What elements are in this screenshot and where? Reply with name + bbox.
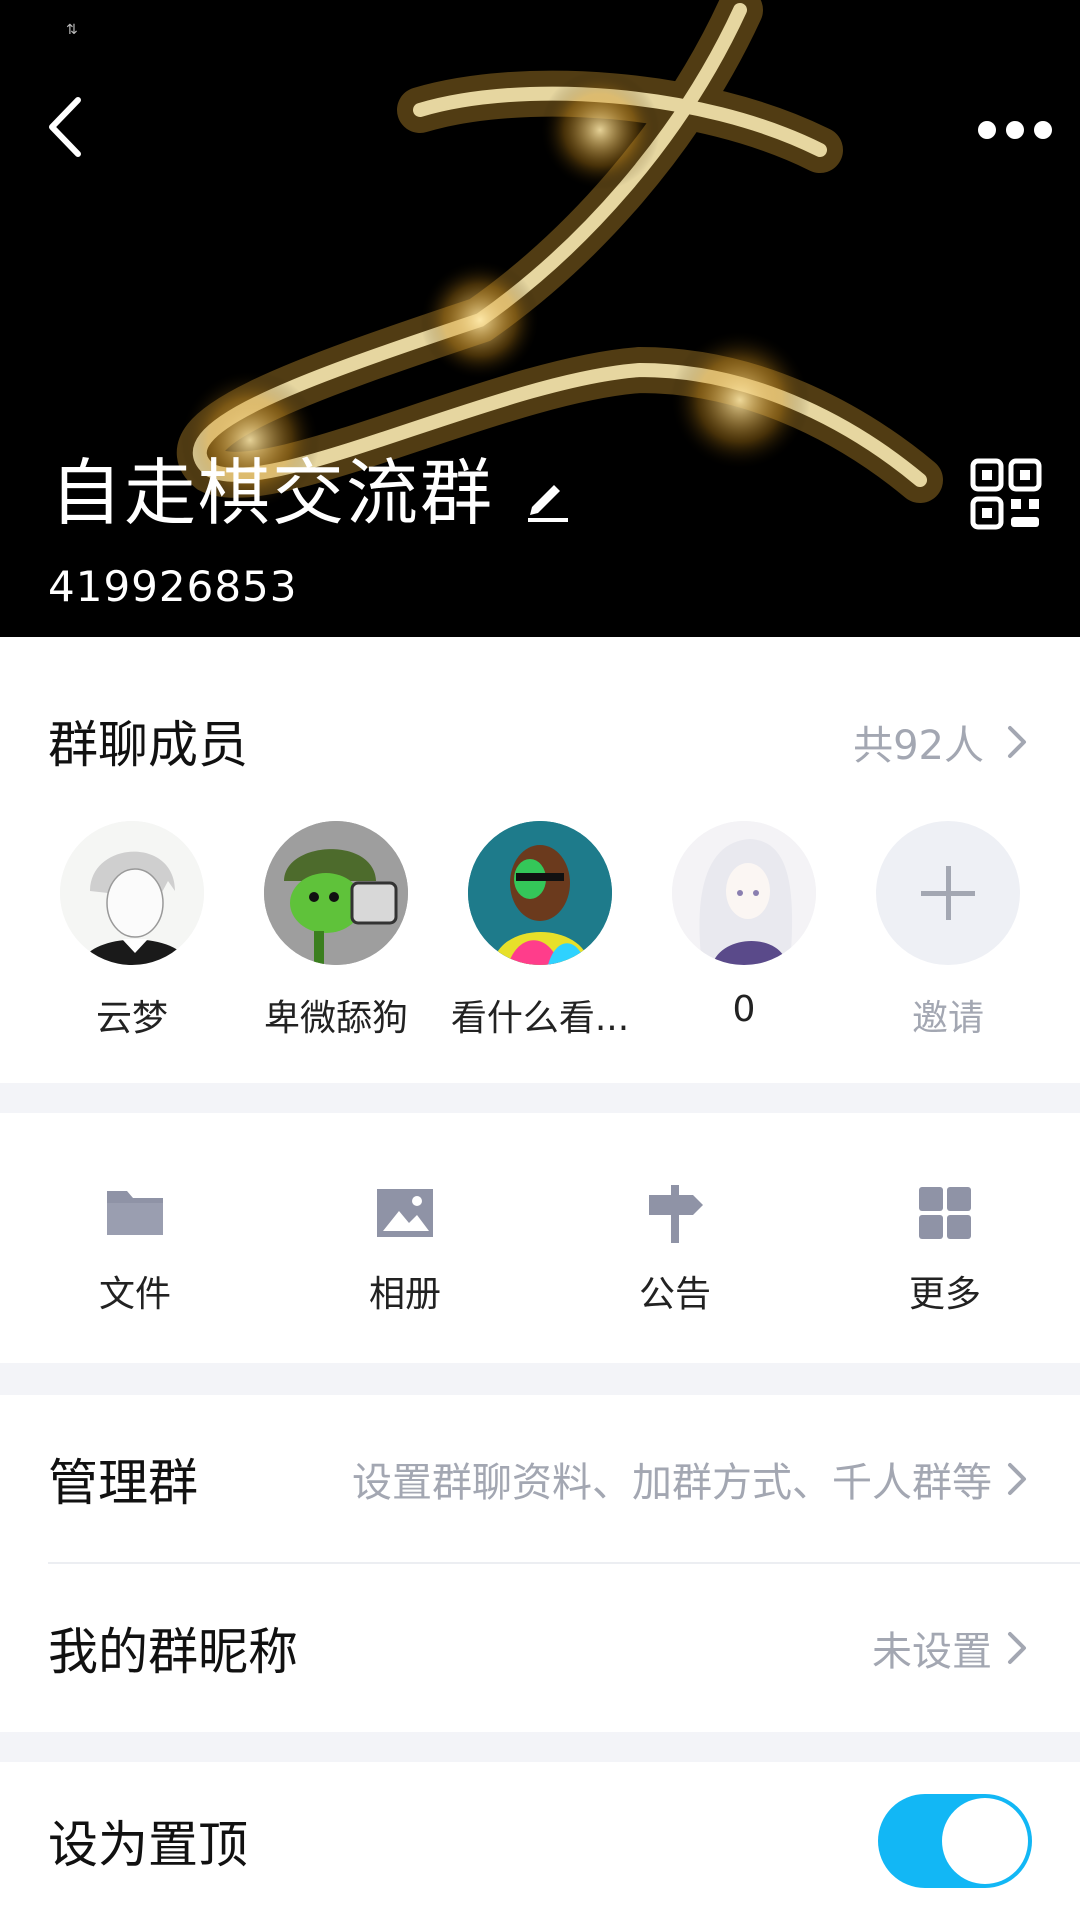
members-count-label: 共92人 — [853, 723, 984, 769]
section-gap — [0, 1083, 1080, 1113]
member-avatar-1[interactable] — [60, 821, 204, 965]
group-members-section: 群聊成员 共92人 云梦 卑微舔狗 看什么看... 0 邀请 — [0, 637, 1080, 1083]
tool-label: 公告 — [638, 1274, 711, 1315]
tool-files[interactable]: 文件 — [35, 1181, 235, 1317]
invite-member-item[interactable]: 邀请 — [848, 821, 1048, 1041]
white-hair-girl-avatar-icon — [672, 821, 816, 965]
grid-icon — [919, 1187, 971, 1239]
tool-more[interactable]: 更多 — [845, 1181, 1045, 1317]
chevron-right-icon — [1008, 1463, 1026, 1495]
member-name: 0 — [732, 989, 756, 1030]
manage-group-title: 管理群 — [48, 1454, 198, 1512]
signpost-icon — [649, 1185, 703, 1243]
pin-to-top-title: 设为置顶 — [48, 1816, 248, 1874]
peashooter-avatar-icon — [264, 821, 408, 965]
invite-button[interactable] — [876, 821, 1020, 965]
tool-label: 文件 — [98, 1274, 171, 1315]
tool-announcement[interactable]: 公告 — [575, 1181, 775, 1317]
members-count-link[interactable]: 共92人 — [853, 713, 1028, 771]
member-item[interactable]: 卑微舔狗 — [236, 821, 436, 1041]
tool-album[interactable]: 相册 — [305, 1181, 505, 1317]
section-gap — [0, 1363, 1080, 1395]
member-name: 云梦 — [95, 998, 168, 1039]
colorful-portrait-avatar-icon — [468, 821, 612, 965]
group-nickname-value: 未设置 — [872, 1619, 1028, 1677]
member-avatar-4[interactable] — [672, 821, 816, 965]
group-nickname-title: 我的群昵称 — [48, 1623, 298, 1681]
group-title-block: 自走棋交流群 — [50, 448, 574, 538]
manage-group-description: 设置群聊资料、加群方式、千人群等 — [352, 1460, 992, 1506]
member-name: 卑微舔狗 — [263, 998, 408, 1039]
status-indicator: ⇅ — [66, 22, 78, 38]
anime-man-avatar-icon — [60, 821, 204, 965]
member-avatar-row: 云梦 卑微舔狗 看什么看... 0 邀请 — [0, 821, 1080, 1041]
group-tools-grid: 文件 相册 公告 更多 — [0, 1113, 1080, 1363]
chevron-right-icon — [1008, 726, 1026, 758]
folder-icon — [107, 1191, 163, 1235]
qr-code-icon[interactable] — [970, 458, 1042, 530]
plus-icon — [921, 866, 975, 920]
member-avatar-2[interactable] — [264, 821, 408, 965]
member-avatar-3[interactable] — [468, 821, 612, 965]
group-nickname-status: 未设置 — [872, 1629, 992, 1675]
back-arrow-icon[interactable] — [40, 92, 90, 162]
manage-group-row[interactable]: 管理群 设置群聊资料、加群方式、千人群等 — [0, 1395, 1080, 1563]
group-number: 419926853 — [48, 562, 298, 611]
image-icon — [377, 1189, 433, 1237]
member-item[interactable]: 看什么看... — [440, 821, 640, 1041]
pin-to-top-toggle[interactable] — [878, 1794, 1032, 1888]
tool-label: 更多 — [908, 1274, 981, 1315]
toggle-knob — [942, 1798, 1028, 1884]
manage-group-value: 设置群聊资料、加群方式、千人群等 — [352, 1450, 1028, 1508]
group-nickname-row[interactable]: 我的群昵称 未设置 — [0, 1564, 1080, 1732]
group-name: 自走棋交流群 — [50, 451, 495, 535]
tool-label: 相册 — [368, 1274, 441, 1315]
member-item[interactable]: 0 — [644, 821, 844, 1030]
member-name: 看什么看... — [450, 998, 630, 1039]
sparkler-background-image — [0, 0, 1080, 637]
members-title: 群聊成员 — [48, 716, 248, 774]
section-gap — [0, 1732, 1080, 1762]
chevron-right-icon — [1008, 1632, 1026, 1664]
edit-pencil-icon[interactable] — [522, 471, 574, 523]
pin-to-top-row: 设为置顶 — [0, 1762, 1080, 1920]
group-header-banner: ⇅ 自走棋交流群 419926853 — [0, 0, 1080, 637]
member-item[interactable]: 云梦 — [32, 821, 232, 1041]
more-dots-icon[interactable] — [975, 110, 1055, 150]
invite-label: 邀请 — [911, 998, 984, 1039]
